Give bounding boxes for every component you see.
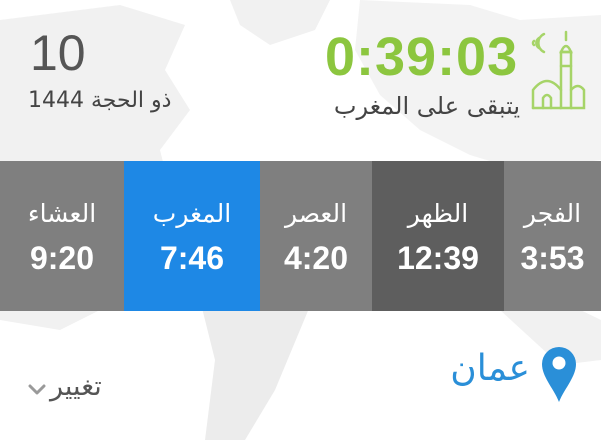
change-location-button[interactable]: تغيير (28, 368, 148, 404)
prayer-fajr[interactable]: الفجر 3:53 (504, 161, 601, 311)
prayer-time: 12:39 (397, 240, 479, 276)
chevron-down-icon (28, 384, 46, 395)
prayer-time: 7:46 (159, 240, 225, 276)
prayer-maghrib[interactable]: المغرب 7:46 (124, 161, 260, 311)
prayer-dhuhr[interactable]: الظهر 12:39 (372, 161, 504, 311)
prayer-name: العصر (284, 199, 348, 228)
mosque-icon (531, 30, 586, 110)
countdown-label: يتبقى على المغرب (333, 92, 520, 120)
prayer-time: 9:20 (29, 240, 95, 276)
prayer-asr[interactable]: العصر 4:20 (260, 161, 372, 311)
hijri-day: 10 (30, 25, 86, 81)
prayer-name: الظهر (407, 199, 469, 228)
prayer-times-strip: العشاء 9:20 المغرب 7:46 العصر 4:20 الظهر… (0, 161, 601, 311)
prayer-time: 4:20 (283, 240, 349, 276)
prayer-name: العشاء (27, 199, 97, 228)
prayer-time: 3:53 (520, 240, 585, 276)
location-name: عمان (450, 348, 530, 389)
prayer-name: المغرب (152, 199, 232, 228)
countdown-timer: 0:39:03 (325, 27, 519, 87)
prayer-isha[interactable]: العشاء 9:20 (0, 161, 124, 311)
hijri-month-year: ذو الحجة 1444 (28, 88, 172, 113)
prayer-name: الفجر (523, 199, 582, 228)
change-location-label: تغيير (50, 370, 102, 402)
location-pin-icon (542, 347, 576, 402)
